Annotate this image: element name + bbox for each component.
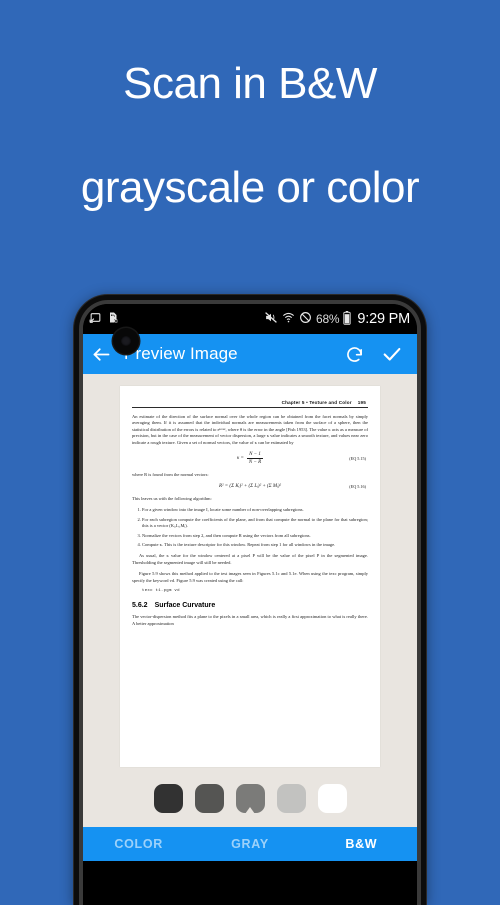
document-section-number: 5.6.2 (132, 602, 148, 610)
document-paragraph: Figure 5.9 shows this method applied to … (132, 571, 368, 583)
phone-mockup: 68% 9:29 PM Preview Image Chapter 5 • Te… (74, 295, 426, 905)
document-chapter-label: Chapter 5 • Texture and Color (281, 400, 352, 405)
document-paragraph: The vector-dispersion method fits a plan… (132, 614, 368, 626)
swatch-darkest[interactable] (153, 783, 183, 813)
phone-screen: 68% 9:29 PM Preview Image Chapter 5 • Te… (83, 304, 417, 905)
document-paragraph: where R is found from the normal vectors… (132, 471, 209, 477)
status-bar-right-icons: 68% 9:29 PM (264, 310, 410, 328)
swatch-medium[interactable] (235, 783, 265, 813)
scanned-page: Chapter 5 • Texture and Color 195 An est… (120, 386, 380, 767)
battery-icon (343, 310, 352, 328)
do-not-disturb-icon (299, 311, 312, 327)
status-bar-clock: 9:29 PM (357, 311, 410, 327)
filter-swatch-strip (83, 769, 417, 827)
equation-2-tag: (EQ 5.16) (349, 484, 366, 490)
app-bar-actions (344, 343, 407, 365)
promo-banner: Scan in B&W grayscale or color (0, 0, 500, 290)
status-bar-left-icons (89, 311, 119, 327)
tab-bw[interactable]: B&W (306, 837, 417, 851)
document-section-title: Surface Curvature (154, 602, 216, 610)
swatch-dark[interactable] (194, 783, 224, 813)
back-button[interactable] (91, 344, 112, 365)
document-step-list: For a given window into the image I, loc… (132, 507, 368, 548)
tab-gray[interactable]: GRAY (194, 837, 305, 851)
promo-headline-line-1: Scan in B&W (123, 59, 377, 108)
document-paragraph: This leaves us with the following algori… (132, 496, 212, 502)
document-step-item: For each subregion compute the coefficie… (142, 517, 368, 530)
document-header-rule (132, 407, 368, 408)
document-equation-1: κ = N − 1 N − R (EQ 5.15) (132, 452, 368, 465)
rotate-clockwise-icon[interactable] (344, 344, 365, 365)
document-page-number: 195 (357, 400, 366, 405)
document-section-heading: 5.6.2 Surface Curvature (132, 602, 368, 609)
document-step-item: Compute κ. This is the texture descripto… (142, 542, 368, 548)
document-equation-2: R² = (Σ Kᵢ)² + (Σ Lᵢ)² + (Σ Mᵢ)² (EQ 5.1… (132, 484, 368, 489)
sdcard-removed-icon (107, 311, 119, 327)
tab-color[interactable]: COLOR (83, 837, 194, 851)
document-step-item: Normalize the vectors from step 2, and t… (142, 533, 368, 539)
battery-percent-label: 68% (315, 312, 340, 326)
equation-1-tag: (EQ 5.15) (349, 455, 366, 461)
equation-1-lhs: κ = (236, 455, 244, 461)
swatch-white[interactable] (317, 783, 347, 813)
document-code-line: texc t1.pgm vd (142, 589, 180, 594)
page-title: Preview Image (124, 344, 238, 363)
equation-2-expression: R² = (Σ Kᵢ)² + (Σ Lᵢ)² + (Σ Mᵢ)² (219, 484, 281, 490)
equation-1-denominator: N − R (248, 459, 262, 465)
front-camera-icon (113, 328, 139, 354)
wifi-icon (282, 311, 295, 327)
document-paragraph: As usual, the κ value for the window cen… (132, 553, 368, 565)
mode-tab-bar: COLOR GRAY B&W (83, 827, 417, 861)
screenshot-icon (89, 311, 102, 327)
document-running-head: Chapter 5 • Texture and Color 195 (132, 400, 368, 405)
equation-1-numerator: N − 1 (249, 452, 261, 458)
confirm-button[interactable] (381, 343, 403, 365)
promo-headline-line-2: grayscale or color (80, 163, 420, 212)
document-step-item: For a given window into the image I, loc… (142, 507, 368, 513)
document-viewer[interactable]: Chapter 5 • Texture and Color 195 An est… (83, 374, 417, 769)
vibrate-muted-icon (264, 311, 278, 327)
document-paragraph: An estimate of the direction of the surf… (132, 414, 368, 445)
swatch-light[interactable] (276, 783, 306, 813)
